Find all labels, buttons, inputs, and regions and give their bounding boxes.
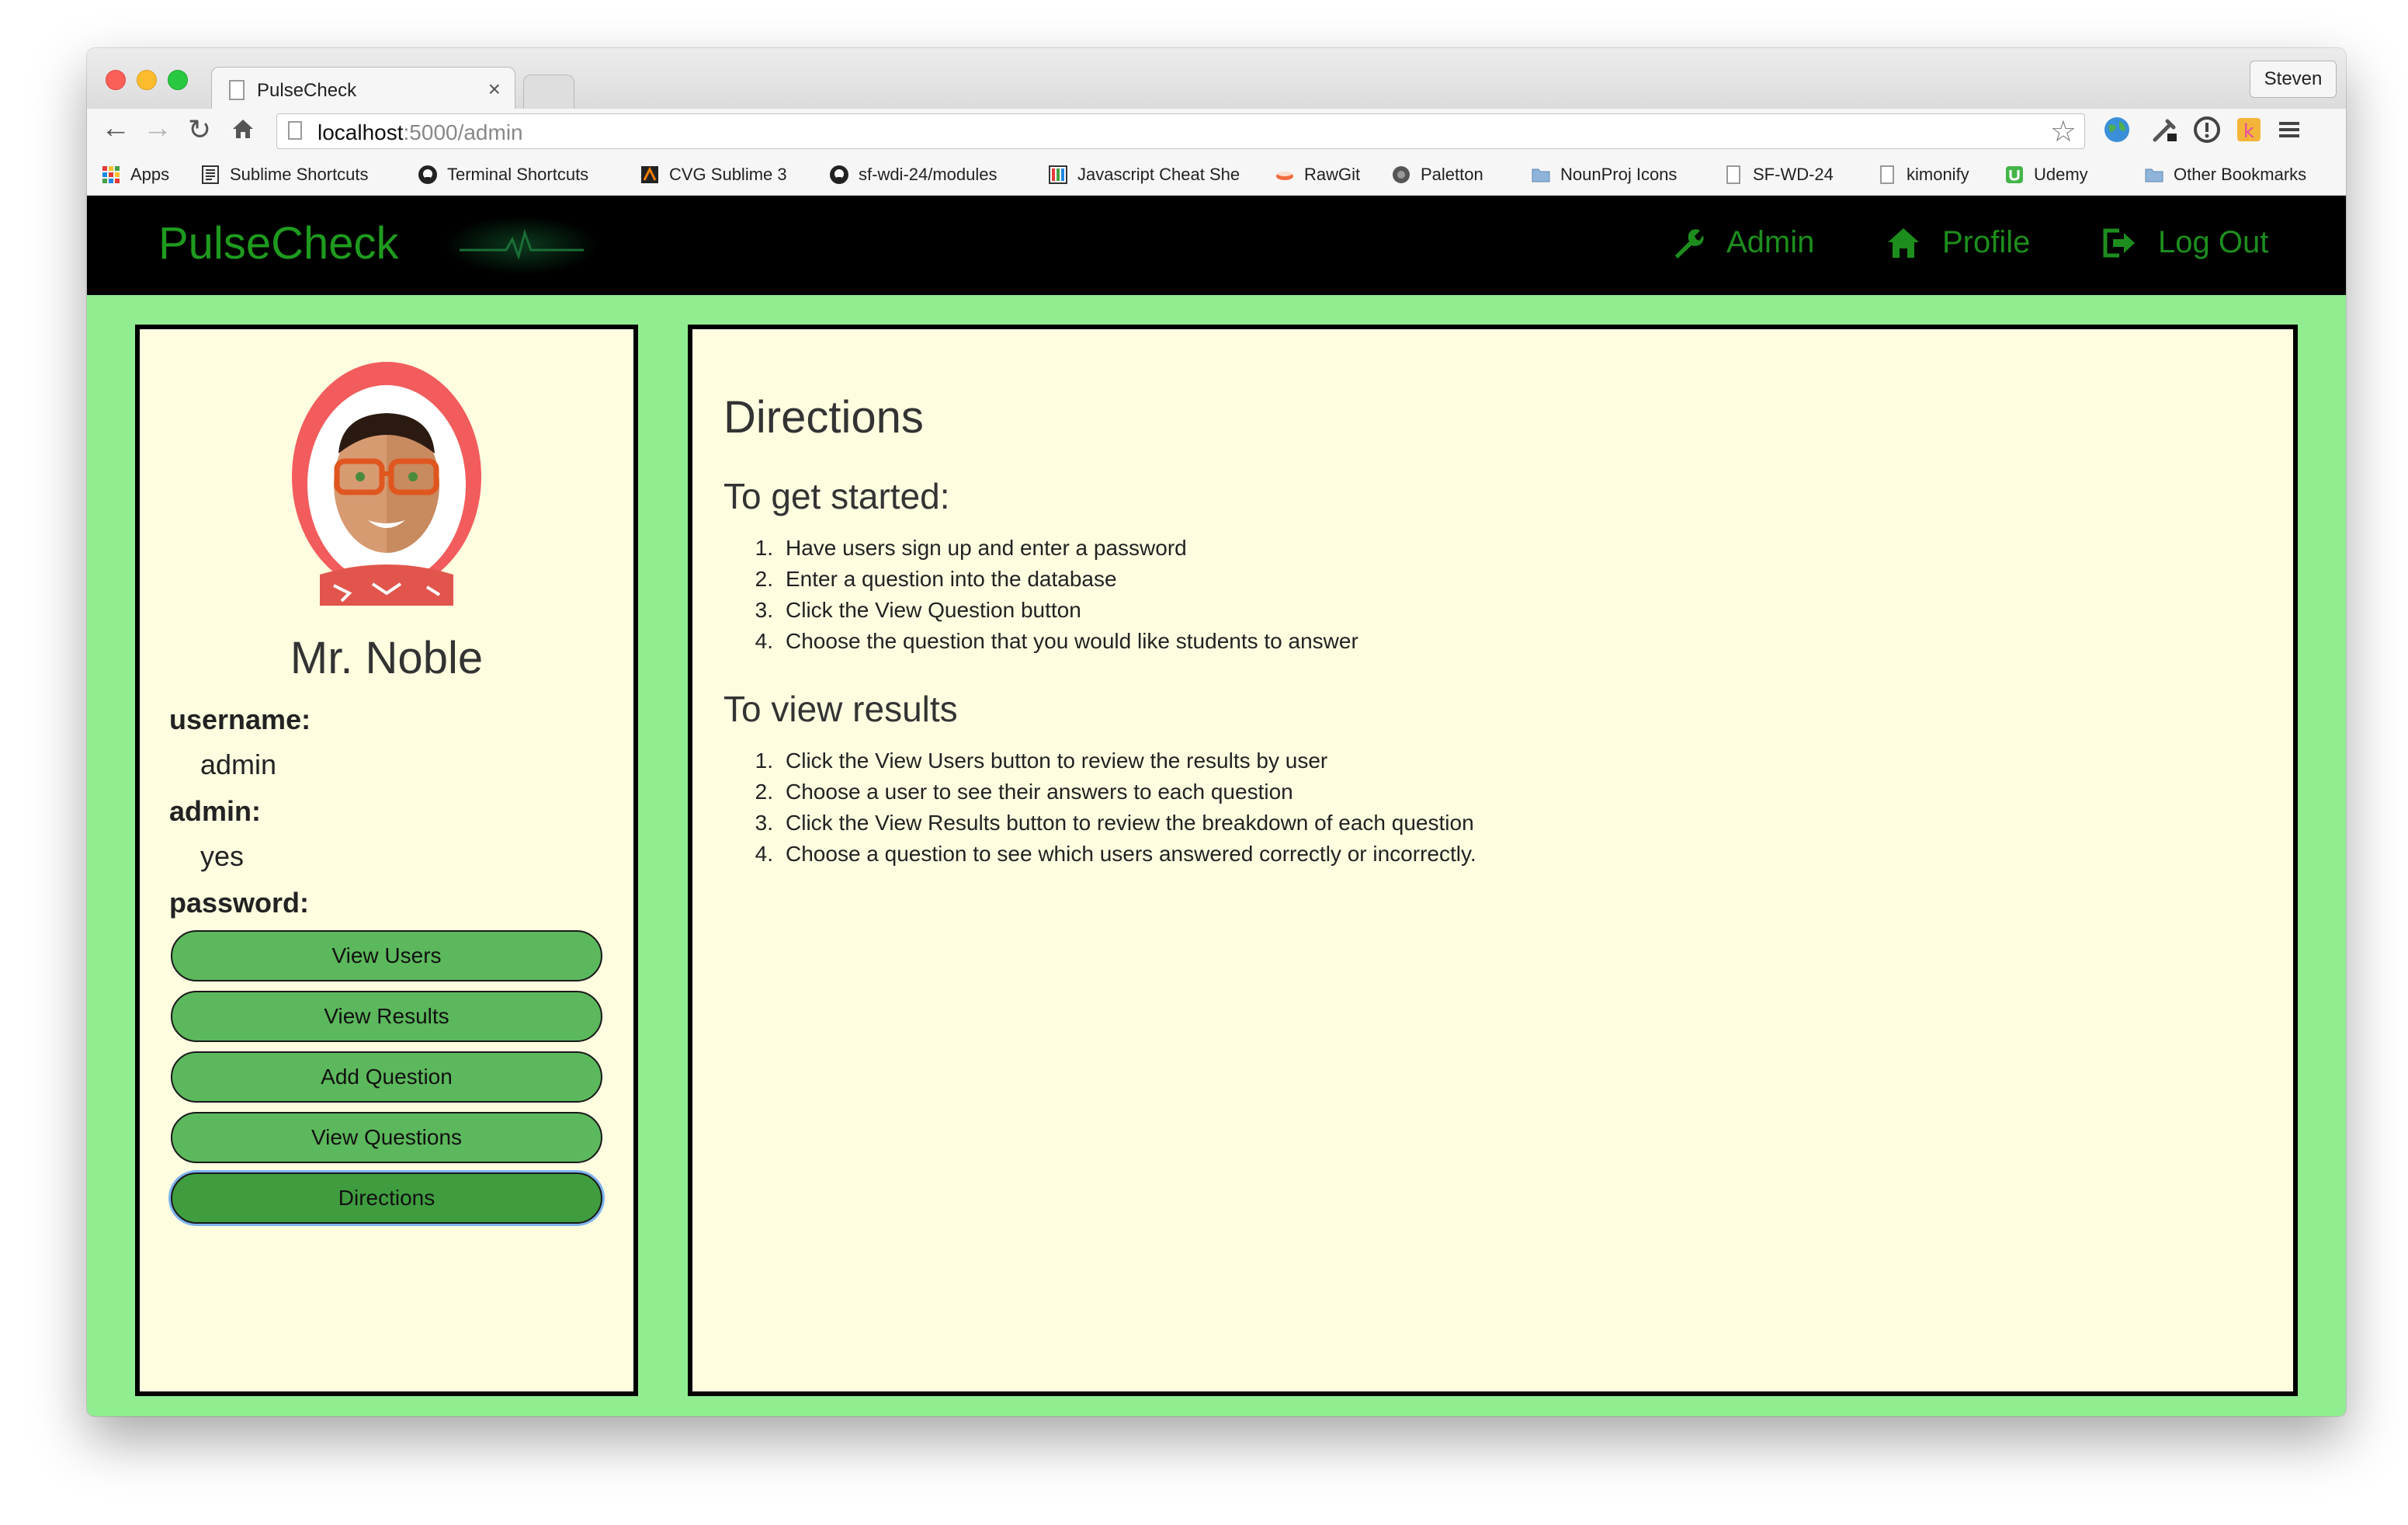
profile-sidebar: Mr. Noble username: admin admin: yes pas… (135, 325, 638, 1396)
add-question-button[interactable]: Add Question (171, 1051, 602, 1103)
bookmark-star-icon[interactable]: ☆ (2050, 114, 2077, 149)
bookmark-udemy[interactable]: Udemy (2004, 162, 2088, 188)
password-label: password: (169, 887, 310, 919)
heartbeat-icon (444, 216, 599, 275)
bookmark-paletton[interactable]: Paletton (1391, 162, 1483, 188)
admin-label: admin: (169, 795, 262, 827)
bookmark-cvg-sublime[interactable]: CVG Sublime 3 (640, 162, 787, 188)
list-item: 2. Choose a user to see their answers to … (755, 780, 1293, 804)
section-heading-get-started: To get started: (723, 476, 950, 516)
directions-button[interactable]: Directions (171, 1172, 602, 1224)
list-item: 2. Enter a question into the database (755, 567, 1117, 591)
folder-icon (2145, 168, 2163, 182)
nav-admin[interactable]: Admin (1671, 225, 1814, 260)
profile-button[interactable]: Steven (2250, 61, 2337, 98)
avatar (292, 362, 481, 606)
nav-logout[interactable]: Log Out (2101, 225, 2268, 260)
logout-icon (2103, 228, 2135, 257)
list-item: 4. Choose a question to see which users a… (755, 842, 1476, 866)
browser-window: PulseCheck × Steven ← → ↻ localhost:5000… (87, 48, 2346, 1416)
eyedropper-extension-icon[interactable] (2150, 115, 2180, 144)
menu-icon[interactable] (2274, 115, 2304, 144)
new-tab-button[interactable] (523, 75, 574, 109)
brand-logo[interactable]: PulseCheck (158, 217, 398, 269)
bookmark-sf-wd-24[interactable]: SF-WD-24 (1723, 162, 1834, 188)
svg-text:k: k (2243, 120, 2254, 142)
nav-profile[interactable]: Profile (1886, 225, 2030, 260)
udemy-icon (2006, 166, 2023, 183)
wrench-icon (1675, 228, 1704, 259)
list-item: 3. Click the View Results button to revie… (755, 811, 1474, 835)
bookmark-sf-wdi-modules[interactable]: sf-wdi-24/modules (829, 162, 998, 188)
reload-icon[interactable]: ↻ (188, 113, 211, 146)
page-icon (229, 80, 245, 100)
url-text[interactable]: localhost:5000/admin (317, 120, 523, 145)
page-icon (1726, 165, 1740, 184)
kimono-extension-icon[interactable]: k (2234, 115, 2264, 144)
view-results-button[interactable]: View Results (171, 991, 602, 1042)
folder-icon (1532, 168, 1550, 182)
cvg-icon (641, 166, 658, 183)
user-name: Mr. Noble (290, 633, 484, 683)
bookmark-terminal-shortcuts[interactable]: Terminal Shortcuts (418, 162, 588, 188)
apps-grid-icon (102, 166, 120, 183)
list-item: 1. Have users sign up and enter a passwor… (755, 536, 1187, 560)
info-extension-icon[interactable] (2192, 115, 2222, 144)
page-icon (1880, 165, 1894, 184)
back-icon[interactable]: ← (101, 112, 130, 145)
list-item: 4. Choose the question that you would lik… (755, 629, 1358, 653)
view-questions-button[interactable]: View Questions (171, 1112, 602, 1163)
directions-panel: Directions To get started: 1. Have users … (688, 325, 2298, 1396)
bookmark-other-bookmarks[interactable]: Other Bookmarks (2144, 162, 2306, 188)
github-icon (418, 165, 437, 184)
site-navbar: PulseCheck Admin Profile Log Out (87, 196, 2346, 295)
browser-toolbar: ← → ↻ localhost:5000/admin ☆ k (87, 109, 2346, 154)
view-users-button[interactable]: View Users (171, 930, 602, 981)
globe-extension-icon[interactable] (2102, 115, 2132, 144)
bookmark-rawgit[interactable]: RawGit (1275, 162, 1360, 188)
zoom-window-button[interactable] (168, 70, 188, 90)
list-item: 3. Click the View Question button (755, 598, 1081, 622)
tab-close-icon[interactable]: × (488, 77, 501, 102)
paletton-icon (1393, 166, 1410, 183)
tab-title: PulseCheck (257, 80, 357, 101)
view-results-steps: 1. Click the View Users button to review … (723, 745, 1476, 870)
username-label: username: (169, 703, 311, 735)
page-title: Directions (723, 392, 924, 443)
bookmarks-bar: Apps Sublime Shortcuts Terminal Shortcut… (87, 154, 2346, 196)
rawgit-icon (1276, 172, 1293, 180)
address-bar[interactable]: localhost:5000/admin ☆ (276, 113, 2085, 149)
bookmark-kimonify[interactable]: kimonify (1877, 162, 1969, 188)
username-value: admin (200, 749, 277, 780)
home-browser-icon[interactable] (231, 115, 255, 148)
tab-strip: PulseCheck × Steven (87, 48, 2346, 111)
page-icon (288, 121, 302, 140)
close-window-button[interactable] (106, 70, 126, 90)
forward-icon[interactable]: → (143, 112, 172, 145)
browser-tab[interactable]: PulseCheck × (211, 67, 515, 111)
bookmark-apps[interactable]: Apps (101, 162, 169, 188)
bookmark-nounproj-icons[interactable]: NounProj Icons (1531, 162, 1677, 188)
section-heading-view-results: To view results (723, 689, 958, 729)
github-icon (830, 165, 848, 184)
bookmark-javascript-cheat-sheet[interactable]: Javascript Cheat She (1048, 162, 1240, 188)
minimize-window-button[interactable] (137, 70, 157, 90)
document-icon (202, 165, 219, 184)
bookmark-sublime-shortcuts[interactable]: Sublime Shortcuts (200, 162, 369, 188)
get-started-steps: 1. Have users sign up and enter a passwor… (723, 533, 1358, 657)
admin-value: yes (200, 840, 245, 872)
home-icon (1888, 228, 1919, 258)
cheatsheet-icon (1049, 165, 1067, 184)
list-item: 1. Click the View Users button to review … (755, 749, 1328, 773)
